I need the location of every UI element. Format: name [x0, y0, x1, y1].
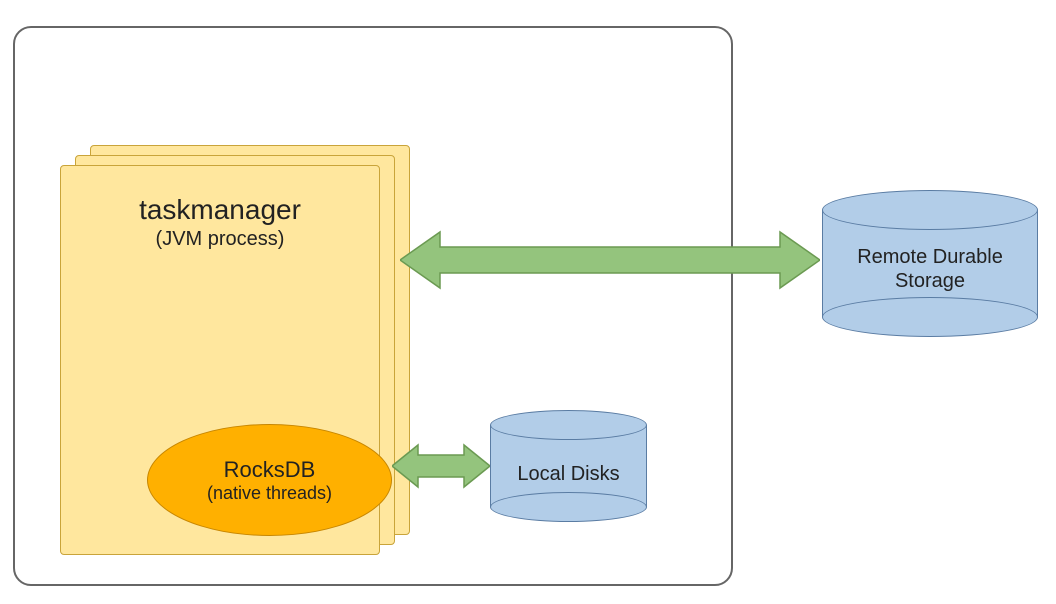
- local-disks-label: Local Disks: [490, 462, 647, 486]
- taskmanager-title: taskmanager: [61, 194, 379, 226]
- remote-storage-label-line1: Remote Durable: [857, 246, 1003, 268]
- taskmanager-card-front: taskmanager (JVM process) RocksDB (nativ…: [60, 165, 380, 555]
- local-disks-cylinder: Local Disks: [490, 410, 647, 522]
- arrow-rocksdb-localdisks: [392, 442, 490, 490]
- rocksdb-subtitle: (native threads): [207, 483, 332, 504]
- remote-storage-cylinder: Remote Durable Storage: [822, 190, 1038, 337]
- rocksdb-title: RocksDB: [224, 457, 316, 483]
- arrow-taskmanager-remote: [400, 230, 820, 290]
- remote-storage-label-line2: Storage: [895, 270, 965, 292]
- taskmanager-subtitle: (JVM process): [61, 228, 379, 251]
- taskmanager-stack: taskmanager (JVM process) RocksDB (nativ…: [60, 145, 410, 555]
- rocksdb-ellipse: RocksDB (native threads): [147, 424, 392, 536]
